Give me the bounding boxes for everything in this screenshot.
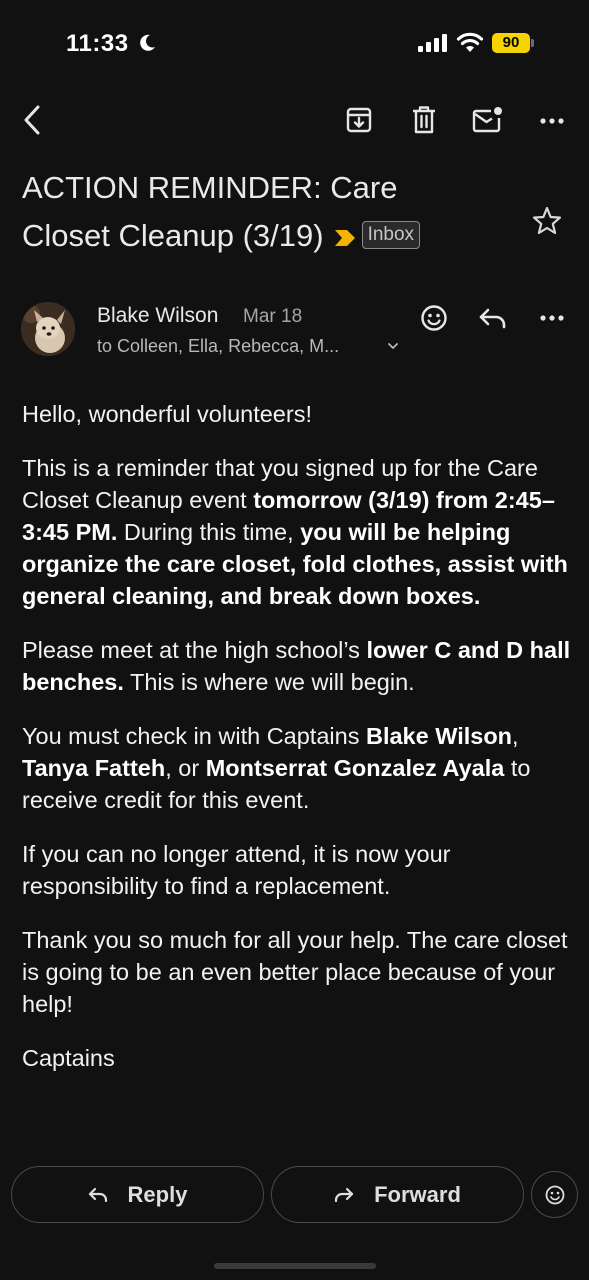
archive-icon xyxy=(346,107,372,133)
mark-unread-icon xyxy=(472,107,502,133)
reply-button-top[interactable] xyxy=(474,300,512,336)
trash-icon xyxy=(413,106,435,134)
reaction-button[interactable] xyxy=(531,1171,578,1218)
forward-label: Forward xyxy=(374,1181,461,1207)
text: This is where we will begin. xyxy=(123,669,415,695)
reply-icon xyxy=(479,308,506,329)
email-body: Hello, wonderful volunteers! This is a r… xyxy=(22,398,574,1154)
paragraph-5: Thank you so much for all your help. The… xyxy=(22,927,568,1017)
captain-name: Montserrat Gonzalez Ayala xyxy=(205,755,505,781)
greeting: Hello, wonderful volunteers! xyxy=(22,401,312,427)
captain-name: Blake Wilson xyxy=(365,723,513,749)
email-subject: ACTION REMINDER: Care Closet Cleanup (3/… xyxy=(22,164,502,260)
important-marker-icon[interactable] xyxy=(334,228,356,248)
reply-icon xyxy=(88,1187,107,1202)
sender-name[interactable]: Blake Wilson xyxy=(97,304,218,328)
dog-avatar-image xyxy=(21,302,75,356)
forward-button[interactable]: Forward xyxy=(271,1166,524,1223)
sender-avatar[interactable] xyxy=(21,302,75,356)
battery-icon: 90 xyxy=(492,32,536,54)
message-more-button[interactable] xyxy=(532,302,572,334)
status-time: 11:33 xyxy=(66,30,129,57)
paragraph-1: This is a reminder that you signed up fo… xyxy=(22,452,574,612)
wifi-icon xyxy=(456,32,484,52)
recipients[interactable]: to Colleen, Ella, Rebecca, M... xyxy=(97,336,339,357)
delete-button[interactable] xyxy=(407,102,441,138)
reply-label: Reply xyxy=(127,1181,188,1207)
archive-button[interactable] xyxy=(342,102,376,138)
text: You must check in with Captains xyxy=(22,723,366,749)
moon-icon xyxy=(140,34,155,51)
text: , xyxy=(512,723,519,749)
mark-unread-button[interactable] xyxy=(470,102,506,138)
reply-button[interactable]: Reply xyxy=(11,1166,264,1223)
paragraph-4: If you can no longer attend, it is now y… xyxy=(22,841,451,899)
chevron-down-icon[interactable] xyxy=(386,340,400,352)
star-icon xyxy=(532,206,562,235)
more-icon xyxy=(540,315,564,321)
inbox-label[interactable]: Inbox xyxy=(361,220,421,249)
text: During this time, xyxy=(117,519,301,545)
signoff: Captains xyxy=(22,1045,115,1071)
smiley-icon xyxy=(421,305,447,331)
subject-line-2: Closet Cleanup (3/19) xyxy=(22,218,324,253)
star-button[interactable] xyxy=(528,202,566,240)
text: Please meet at the high school’s xyxy=(22,637,367,663)
paragraph-3: You must check in with Captains Blake Wi… xyxy=(22,720,574,816)
signal-icon xyxy=(418,34,447,52)
captain-name: Tanya Fatteh xyxy=(22,755,166,781)
text: , or xyxy=(165,755,206,781)
add-reaction-button[interactable] xyxy=(416,300,452,336)
forward-icon xyxy=(334,1187,354,1202)
back-button[interactable] xyxy=(14,100,50,140)
email-date: Mar 18 xyxy=(243,306,303,327)
battery-level: 90 xyxy=(492,33,530,53)
home-indicator xyxy=(214,1263,376,1269)
paragraph-2: Please meet at the high school’s lower C… xyxy=(22,634,574,698)
back-icon xyxy=(24,105,40,135)
smiley-icon xyxy=(545,1185,564,1204)
status-bar: 11:33 90 xyxy=(0,0,589,86)
more-icon xyxy=(540,118,564,124)
subject-line-1: ACTION REMINDER: Care xyxy=(22,170,398,205)
more-options-button[interactable] xyxy=(532,104,572,138)
